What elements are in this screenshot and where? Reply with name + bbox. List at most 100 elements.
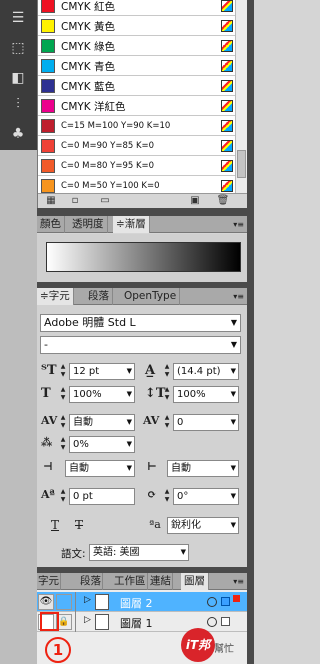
tab-character[interactable]: 字元 [37,573,61,590]
tsume-icon: ⁂ [41,436,53,449]
kerning-select[interactable]: 自動 ▼ [69,414,135,431]
swatch-chip [41,39,55,53]
tab-links[interactable]: 連結 [149,573,173,590]
kerning-value: 自動 [73,417,93,428]
tracking-select[interactable]: 0 ▼ [173,414,239,431]
aki-before-value: 自動 [69,463,89,474]
target-circle-icon[interactable] [207,597,217,607]
cmyk-mode-icon [221,20,233,32]
horizontal-scale-input[interactable]: 100% ▼ [173,386,239,403]
tab-opentype[interactable]: OpenType [121,288,181,305]
selection-marker-icon [233,595,240,602]
character-panel-tabs: ≑字元 段落 OpenType ▾≡ [37,288,247,305]
rotation-icon: ⟳ [147,488,157,501]
language-select[interactable]: 英語: 美國 ▼ [89,544,189,561]
font-style-select[interactable]: - ▼ [40,336,241,354]
baseline-shift-input[interactable]: 0 pt [69,488,135,505]
cmyk-mode-icon [221,40,233,52]
tsume-stepper[interactable]: ▲ ▼ [59,436,67,452]
panel-menu-icon[interactable]: ▾≡ [233,220,244,229]
hand-with-bars-icon[interactable]: ☰ [7,8,29,28]
underline-icon[interactable]: T [51,518,59,532]
aki-after-select[interactable]: 自動 ▼ [167,460,239,477]
new-swatch-icon[interactable]: ▣ [188,195,202,207]
tracking-stepper[interactable]: ▲ ▼ [163,414,171,430]
swatch-chip [41,159,55,173]
rotation-select[interactable]: 0° ▼ [173,488,239,505]
tab-character[interactable]: ≑字元 [37,288,74,305]
layer-row[interactable]: 👁 ▷ 圖層 2 [37,592,247,612]
leading-stepper[interactable]: ▲ ▼ [163,363,171,379]
chevron-down-icon: ▼ [230,340,237,349]
chevron-down-icon: ▼ [180,548,186,556]
tab-layers[interactable]: 圖層 [181,573,209,590]
swatch-row[interactable]: CMYK 藍色 [38,76,236,96]
tab-paragraph[interactable]: 段落 [85,288,113,305]
align-icon[interactable]: ⫶ [7,94,29,114]
tab-paragraph[interactable]: 段落 [79,573,103,590]
lock-toggle[interactable] [56,594,72,610]
layer-thumbnail [95,614,109,630]
eye-icon[interactable]: 👁 [38,594,54,610]
chevron-down-icon: ▼ [126,367,132,375]
chevron-down-icon: ▼ [230,492,236,500]
swatch-name: C=0 M=80 Y=95 K=0 [61,161,155,171]
swatches-panel: CMYK 紅色 CMYK 黃色 CMYK 綠色 CMYK 青色 CMYK 藍色 … [37,0,248,208]
expand-triangle-icon[interactable]: ▷ [84,615,91,625]
scrollbar-thumb[interactable] [237,150,246,178]
color-group-icon[interactable]: ▭ [98,195,112,207]
swatch-row[interactable]: C=0 M=90 Y=85 K=0 [38,136,236,156]
antialias-icon: ªa [149,518,161,531]
club-symbol-icon[interactable]: ♣ [7,124,29,144]
font-family-select[interactable]: Adobe 明體 Std L ▼ [40,314,241,332]
swatch-options-icon[interactable]: ▫ [68,195,82,207]
tab-transparency[interactable]: 透明度 [69,216,108,233]
leading-value: (14.4 pt) [177,366,221,377]
cmyk-mode-icon [221,120,233,132]
leading-input[interactable]: (14.4 pt) ▼ [173,363,239,380]
gradient-ramp[interactable] [46,242,241,272]
divider [75,592,76,612]
swatch-row[interactable]: CMYK 黃色 [38,16,236,36]
swatches-scrollbar[interactable] [235,0,247,193]
swatches-footer: ▦ ▫ ▭ ▣ 🗑 [38,193,248,208]
expand-triangle-icon[interactable]: ▷ [84,595,91,605]
swatch-chip [41,179,55,193]
swatch-row[interactable]: CMYK 洋紅色 [38,96,236,116]
swatch-chip [41,59,55,73]
target-circle-icon[interactable] [207,617,217,627]
tab-gradient[interactable]: ≑漸層 [113,216,150,233]
aki-after-icon: ⊢ [147,460,157,473]
strikethrough-icon[interactable]: T [75,518,83,532]
vertical-scale-stepper[interactable]: ▲ ▼ [59,386,67,402]
kerning-stepper[interactable]: ▲ ▼ [59,414,67,430]
delete-swatch-icon[interactable]: 🗑 [216,195,230,207]
swatch-row[interactable]: CMYK 綠色 [38,36,236,56]
show-swatch-kinds-icon[interactable]: ▦ [44,195,58,207]
swatch-row[interactable]: C=15 M=100 Y=90 K=10 [38,116,236,136]
rotation-stepper[interactable]: ▲ ▼ [163,488,171,504]
aki-before-select[interactable]: 自動 ▼ [65,460,135,477]
panel-menu-icon[interactable]: ▾≡ [233,292,244,301]
swatch-chip [41,119,55,133]
baseline-shift-stepper[interactable]: ▲ ▼ [59,488,67,504]
swatch-row[interactable]: C=0 M=80 Y=95 K=0 [38,156,236,176]
swatch-row[interactable]: CMYK 青色 [38,56,236,76]
panel-menu-icon[interactable]: ▾≡ [233,577,244,586]
antialias-select[interactable]: 銳利化 ▼ [167,517,239,534]
tab-workspace[interactable]: 工作區 [113,573,148,590]
right-edge-strip [247,0,254,664]
swatch-row[interactable]: CMYK 紅色 [38,0,236,16]
tab-color[interactable]: 顏色 [37,216,65,233]
swatch-name: C=0 M=90 Y=85 K=0 [61,141,155,151]
selection-square-icon [221,597,230,606]
vertical-scale-input[interactable]: 100% ▼ [69,386,135,403]
font-size-input[interactable]: 12 pt ▼ [69,363,135,380]
chevron-down-icon: ▼ [126,418,132,426]
tsume-select[interactable]: 0% ▼ [69,436,135,453]
selection-frame-icon[interactable]: ⬚ [7,38,29,58]
left-panel-background [0,150,37,664]
horizontal-scale-stepper[interactable]: ▲ ▼ [163,386,171,402]
pathfinder-icon[interactable]: ◧ [7,68,29,88]
font-size-stepper[interactable]: ▲ ▼ [59,363,67,379]
